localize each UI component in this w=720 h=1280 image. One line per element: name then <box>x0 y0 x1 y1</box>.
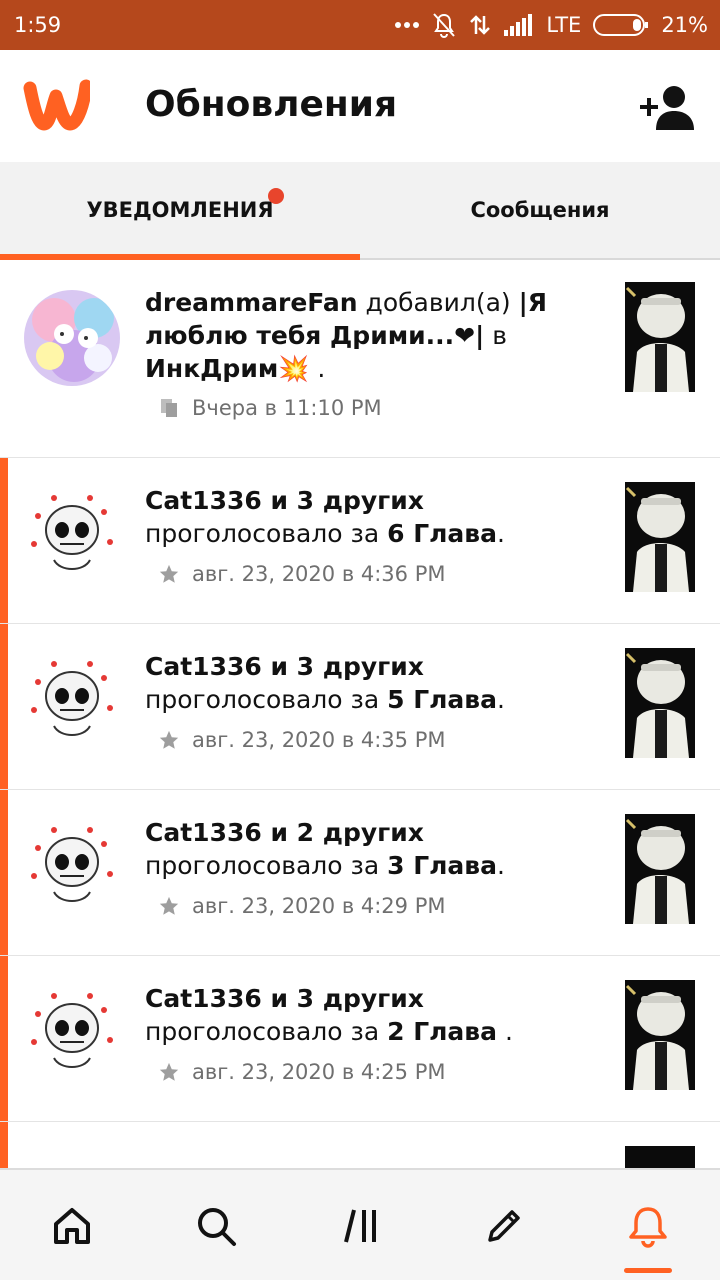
timestamp: авг. 23, 2020 в 4:25 PM <box>192 1060 446 1084</box>
chapter-title[interactable]: 3 Глава <box>387 851 497 880</box>
chapter-title[interactable]: 5 Глава <box>387 685 497 714</box>
network-type: LTE <box>546 13 582 37</box>
notification-list[interactable]: dreammareFan добавил(а) |Я люблю тебя Др… <box>0 260 720 1168</box>
notification-text: Cat1336 и 3 других проголосовало за 6 Гл… <box>145 484 605 550</box>
story-cover-thumbnail[interactable] <box>625 1146 695 1168</box>
actor-name[interactable]: dreammareFan <box>145 288 358 317</box>
tab-notifications[interactable]: УВЕДОМЛЕНИЯ <box>0 162 360 258</box>
timestamp: Вчера в 11:10 PM <box>192 396 382 420</box>
notification-dot <box>268 188 284 204</box>
list-item[interactable]: dreammareFan добавил(а) |Я люблю тебя Др… <box>0 260 720 458</box>
list-item[interactable] <box>0 1122 720 1168</box>
actor-name[interactable]: Cat1336 и 3 других <box>145 486 424 515</box>
avatar[interactable] <box>24 652 120 748</box>
bell-off-icon <box>432 12 456 38</box>
notification-meta: авг. 23, 2020 в 4:29 PM <box>158 894 446 918</box>
status-icons: LTE 21% <box>394 12 708 38</box>
text-segment: проголосовало за <box>145 519 388 548</box>
bell-icon[interactable] <box>622 1200 674 1252</box>
search-icon[interactable] <box>190 1200 242 1252</box>
notification-meta: авг. 23, 2020 в 4:35 PM <box>158 728 446 752</box>
tab-notifications-label: УВЕДОМЛЕНИЯ <box>86 198 274 222</box>
actor-name[interactable]: Cat1336 и 3 других <box>145 984 424 1013</box>
avatar[interactable] <box>24 818 120 914</box>
status-bar: 1:59 LTE 21% <box>0 0 720 50</box>
avatar[interactable] <box>24 984 120 1080</box>
page-title: Обновления <box>145 84 398 125</box>
list-item[interactable]: Cat1336 и 3 других проголосовало за 2 Гл… <box>0 956 720 1122</box>
timestamp: авг. 23, 2020 в 4:35 PM <box>192 728 446 752</box>
copy-icon <box>158 397 180 419</box>
chapter-title[interactable]: 6 Глава <box>387 519 497 548</box>
text-segment: в <box>484 321 507 350</box>
list-item[interactable]: Cat1336 и 2 других проголосовало за 3 Гл… <box>0 790 720 956</box>
text-segment: проголосовало за <box>145 685 388 714</box>
write-icon[interactable] <box>478 1200 530 1252</box>
notification-text: Cat1336 и 3 других проголосовало за 2 Гл… <box>145 982 605 1048</box>
avatar[interactable] <box>24 486 120 582</box>
story-cover-thumbnail[interactable] <box>625 482 695 592</box>
wattpad-logo-icon[interactable] <box>22 78 93 134</box>
text-segment: . <box>497 851 505 880</box>
list-emoji: 💥 <box>278 354 310 383</box>
story-cover-thumbnail[interactable] <box>625 980 695 1090</box>
chapter-title[interactable]: 2 Глава <box>387 1017 497 1046</box>
signal-icon <box>504 14 534 36</box>
notification-meta: Вчера в 11:10 PM <box>158 396 382 420</box>
notification-meta: авг. 23, 2020 в 4:25 PM <box>158 1060 446 1084</box>
text-segment: проголосовало за <box>145 1017 388 1046</box>
text-segment: добавил(а) <box>357 288 519 317</box>
list-item[interactable]: Cat1336 и 3 других проголосовало за 6 Гл… <box>0 458 720 624</box>
timestamp: авг. 23, 2020 в 4:29 PM <box>192 894 446 918</box>
text-segment: . <box>497 519 505 548</box>
tab-messages[interactable]: Сообщения <box>360 162 720 258</box>
text-segment: . <box>497 685 505 714</box>
reading-list-name[interactable]: ИнкДрим <box>145 354 278 383</box>
add-user-icon[interactable] <box>638 84 698 132</box>
story-cover-thumbnail[interactable] <box>625 282 695 392</box>
story-cover-thumbnail[interactable] <box>625 814 695 924</box>
battery-icon <box>593 13 649 37</box>
star-icon <box>158 563 180 585</box>
notification-text: Cat1336 и 2 других проголосовало за 3 Гл… <box>145 816 605 882</box>
text-segment: . <box>309 354 326 383</box>
more-dots-icon <box>394 21 420 29</box>
text-segment: . <box>497 1017 513 1046</box>
actor-name[interactable]: Cat1336 и 2 других <box>145 818 424 847</box>
avatar[interactable] <box>24 290 120 386</box>
battery-percent: 21% <box>661 13 708 37</box>
home-icon[interactable] <box>46 1200 98 1252</box>
app-bar: Обновления <box>0 50 720 162</box>
status-time: 1:59 <box>14 13 62 37</box>
bottom-navigation <box>0 1168 720 1280</box>
library-icon[interactable] <box>336 1200 388 1252</box>
notification-text: Cat1336 и 3 других проголосовало за 5 Гл… <box>145 650 605 716</box>
notification-text: dreammareFan добавил(а) |Я люблю тебя Др… <box>145 286 605 385</box>
star-icon <box>158 895 180 917</box>
star-icon <box>158 1061 180 1083</box>
data-transfer-icon <box>468 13 492 37</box>
actor-name[interactable]: Cat1336 и 3 других <box>145 652 424 681</box>
timestamp: авг. 23, 2020 в 4:36 PM <box>192 562 446 586</box>
active-nav-indicator <box>624 1268 672 1273</box>
tab-messages-label: Сообщения <box>470 198 610 222</box>
star-icon <box>158 729 180 751</box>
list-item[interactable]: Cat1336 и 3 других проголосовало за 5 Гл… <box>0 624 720 790</box>
notification-meta: авг. 23, 2020 в 4:36 PM <box>158 562 446 586</box>
tab-bar: УВЕДОМЛЕНИЯ Сообщения <box>0 162 720 260</box>
text-segment: проголосовало за <box>145 851 388 880</box>
story-cover-thumbnail[interactable] <box>625 648 695 758</box>
